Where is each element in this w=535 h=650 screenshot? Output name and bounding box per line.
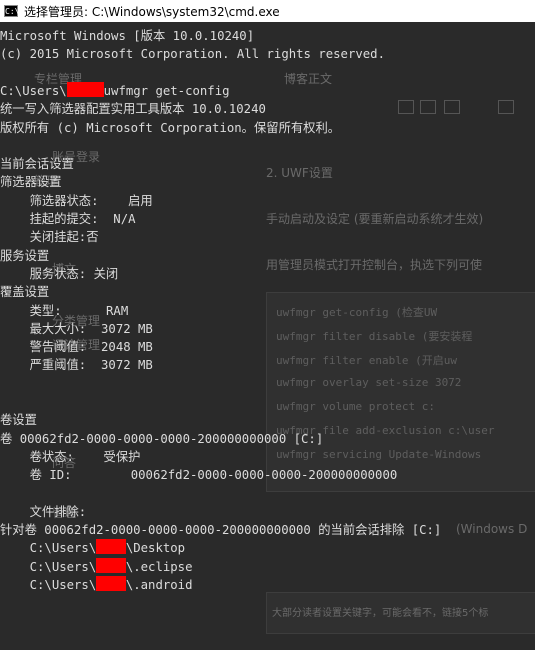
console-text: 当前会话设置 (0, 157, 74, 172)
console-line: 警告阈值: 2048 MB (0, 338, 153, 356)
console-line: 最大大小: 3072 MB (0, 320, 153, 338)
console-text: 筛选器设置 (0, 175, 62, 190)
console-line: 覆盖设置 (0, 283, 49, 301)
console-text: 服务设置 (0, 248, 50, 263)
console-text: 版权所有 (c) Microsoft Corporation。保留所有权利。 (0, 120, 341, 135)
console-line: Microsoft Windows [版本 10.0.10240] (0, 27, 254, 45)
console-line: 严重阈值: 3072 MB (0, 356, 153, 374)
console-line: C:\Users\ \.eclipse (0, 557, 193, 576)
console-text: 统一写入筛选器配置实用工具版本 10.0.10240 (0, 102, 266, 117)
console-text: 文件排除: (0, 504, 87, 519)
console-line: 针对卷 00062fd2-0000-0000-0000-200000000000… (0, 521, 441, 539)
redaction-box (96, 557, 126, 573)
console-line: 挂起的提交: N/A (0, 210, 136, 228)
console-line: 文件排除: (0, 503, 87, 521)
console-line: 统一写入筛选器配置实用工具版本 10.0.10240 (0, 100, 266, 118)
console-text: 卷设置 (0, 413, 37, 428)
console-line: C:\Users\ \.android (0, 576, 192, 594)
console-line: 筛选器状态: 启用 (0, 192, 153, 210)
console-line: 服务设置 (0, 247, 49, 265)
console-text: 卷 00062fd2-0000-0000-0000-200000000000 [… (0, 431, 324, 446)
console-text: uwfmgr get-config (103, 83, 230, 98)
console-text: C:\Users\ (0, 559, 97, 574)
console-text: 服务状态: 关闭 (0, 266, 119, 281)
console-line: 服务状态: 关闭 (0, 265, 119, 283)
console-line: 筛选器设置 (0, 173, 62, 191)
console-text: \Desktop (125, 541, 186, 556)
console-line: 卷状态: 受保护 (0, 448, 141, 466)
console-text: 针对卷 00062fd2-0000-0000-0000-200000000000… (0, 523, 442, 538)
console-line: 卷设置 (0, 411, 37, 429)
console-text: \.eclipse (125, 559, 193, 574)
console-line: 当前会话设置 (0, 155, 74, 173)
console-text: 卷 ID: 00062fd2-0000-0000-0000-2000000000… (0, 468, 398, 483)
window-title-bar[interactable]: C:\ 选择管理员: C:\Windows\system32\cmd.exe (0, 0, 535, 22)
redaction-box (66, 81, 104, 97)
console-line: 卷 ID: 00062fd2-0000-0000-0000-2000000000… (0, 466, 398, 484)
console-text: C:\Users\ (0, 541, 97, 556)
console-line: 卷 00062fd2-0000-0000-0000-200000000000 [… (0, 430, 323, 448)
console-line: C:\Users\ uwfmgr get-config (0, 81, 230, 100)
console-line: C:\Users\ \Desktop (0, 539, 185, 557)
console-text: 最大大小: 3072 MB (0, 321, 153, 336)
console-line: 关闭挂起:否 (0, 228, 99, 246)
cmd-icon: C:\ (4, 5, 20, 17)
console-text: \.android (125, 578, 193, 592)
console-text: 覆盖设置 (0, 285, 50, 300)
console-text: 卷状态: 受保护 (0, 449, 141, 464)
console-text: 类型: RAM (0, 303, 129, 318)
redaction-box (96, 539, 126, 555)
console-text: Microsoft Windows [版本 10.0.10240] (0, 29, 255, 43)
console-text: C:\Users\ (0, 83, 67, 98)
console-line: 版权所有 (c) Microsoft Corporation。保留所有权利。 (0, 119, 340, 137)
console-text: (c) 2015 Microsoft Corporation. All righ… (0, 47, 385, 62)
console-text: C:\Users\ (0, 578, 97, 592)
console-line: 类型: RAM (0, 302, 129, 320)
console-text: 严重阈值: 3072 MB (0, 358, 153, 373)
console-text: 关闭挂起:否 (0, 230, 99, 245)
console-output[interactable]: Microsoft Windows [版本 10.0.10240] (c) 201… (0, 22, 535, 650)
redaction-box (96, 576, 126, 591)
console-text: 筛选器状态: 启用 (0, 193, 153, 208)
console-line: (c) 2015 Microsoft Corporation. All righ… (0, 45, 385, 63)
window-title: 选择管理员: C:\Windows\system32\cmd.exe (24, 4, 280, 19)
console-text: 警告阈值: 2048 MB (0, 340, 153, 355)
console-text: 挂起的提交: N/A (0, 212, 136, 226)
